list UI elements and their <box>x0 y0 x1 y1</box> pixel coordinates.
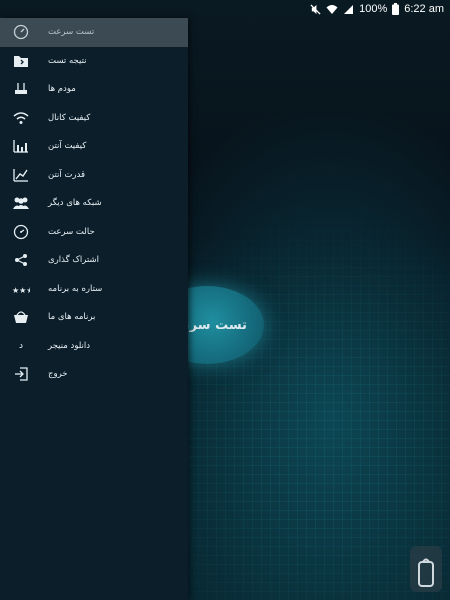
menu-item-speed-mode[interactable]: حالت سرعت <box>0 218 188 247</box>
svg-text:★★★: ★★★ <box>12 286 30 294</box>
store-logo-icon <box>418 558 434 587</box>
clock: 6:22 am <box>404 3 444 15</box>
menu-label: کیفیت کانال <box>48 112 91 123</box>
navigation-drawer: تست سرعت نتیجه تست مودم ها کیفیت کانال ک… <box>0 18 188 600</box>
menu-label: شبکه های دیگر <box>48 198 102 209</box>
menu-item-modems[interactable]: مودم ها <box>0 75 188 104</box>
basket-icon <box>12 308 30 326</box>
menu-label: کیفیت آنتن <box>48 141 87 152</box>
menu-item-channel-quality[interactable]: کیفیت کانال <box>0 104 188 133</box>
menu-item-antenna-strength[interactable]: قدرت آنتن <box>0 161 188 190</box>
router-icon <box>12 80 30 98</box>
battery-icon <box>392 3 400 15</box>
menu-label: نتیجه تست <box>48 55 87 66</box>
menu-label: اشتراک گذاری <box>48 255 100 266</box>
status-bar: 100% 6:22 am <box>0 0 450 18</box>
menu-label: قدرت آنتن <box>48 169 86 180</box>
menu-item-download-manager[interactable]: د دانلود منیجر <box>0 332 188 361</box>
bar-chart-icon <box>12 137 30 155</box>
wifi-status-icon <box>326 4 338 15</box>
menu-item-other-networks[interactable]: شبکه های دیگر <box>0 189 188 218</box>
menu-item-antenna-quality[interactable]: کیفیت آنتن <box>0 132 188 161</box>
menu-item-rate-app[interactable]: ★★★ ستاره به برنامه <box>0 275 188 304</box>
exit-icon <box>12 365 30 383</box>
menu-label: ستاره به برنامه <box>48 283 103 294</box>
signal-icon <box>343 4 354 15</box>
menu-label: برنامه های ما <box>48 312 96 323</box>
speedometer-icon <box>12 23 30 41</box>
menu-item-share[interactable]: اشتراک گذاری <box>0 246 188 275</box>
line-chart-icon <box>12 166 30 184</box>
letter-d-icon: د <box>18 340 23 351</box>
stars-icon: ★★★ <box>12 280 30 298</box>
wifi-icon <box>12 109 30 127</box>
menu-label: تست سرعت <box>48 27 95 38</box>
menu-label: خروج <box>48 369 68 380</box>
gauge-icon <box>12 223 30 241</box>
menu-label: دانلود منیجر <box>48 340 91 351</box>
menu-item-test-results[interactable]: نتیجه تست <box>0 47 188 76</box>
battery-percentage: 100% <box>359 3 388 15</box>
share-icon <box>12 251 30 269</box>
menu-label: مودم ها <box>48 84 76 95</box>
mute-icon <box>310 3 321 15</box>
menu-item-speed-test[interactable]: تست سرعت <box>0 18 188 47</box>
store-watermark <box>410 546 442 592</box>
people-icon <box>12 194 30 212</box>
folder-icon <box>12 52 30 70</box>
menu-item-exit[interactable]: خروج <box>0 360 188 389</box>
menu-label: حالت سرعت <box>48 226 95 237</box>
menu-item-our-apps[interactable]: برنامه های ما <box>0 303 188 332</box>
